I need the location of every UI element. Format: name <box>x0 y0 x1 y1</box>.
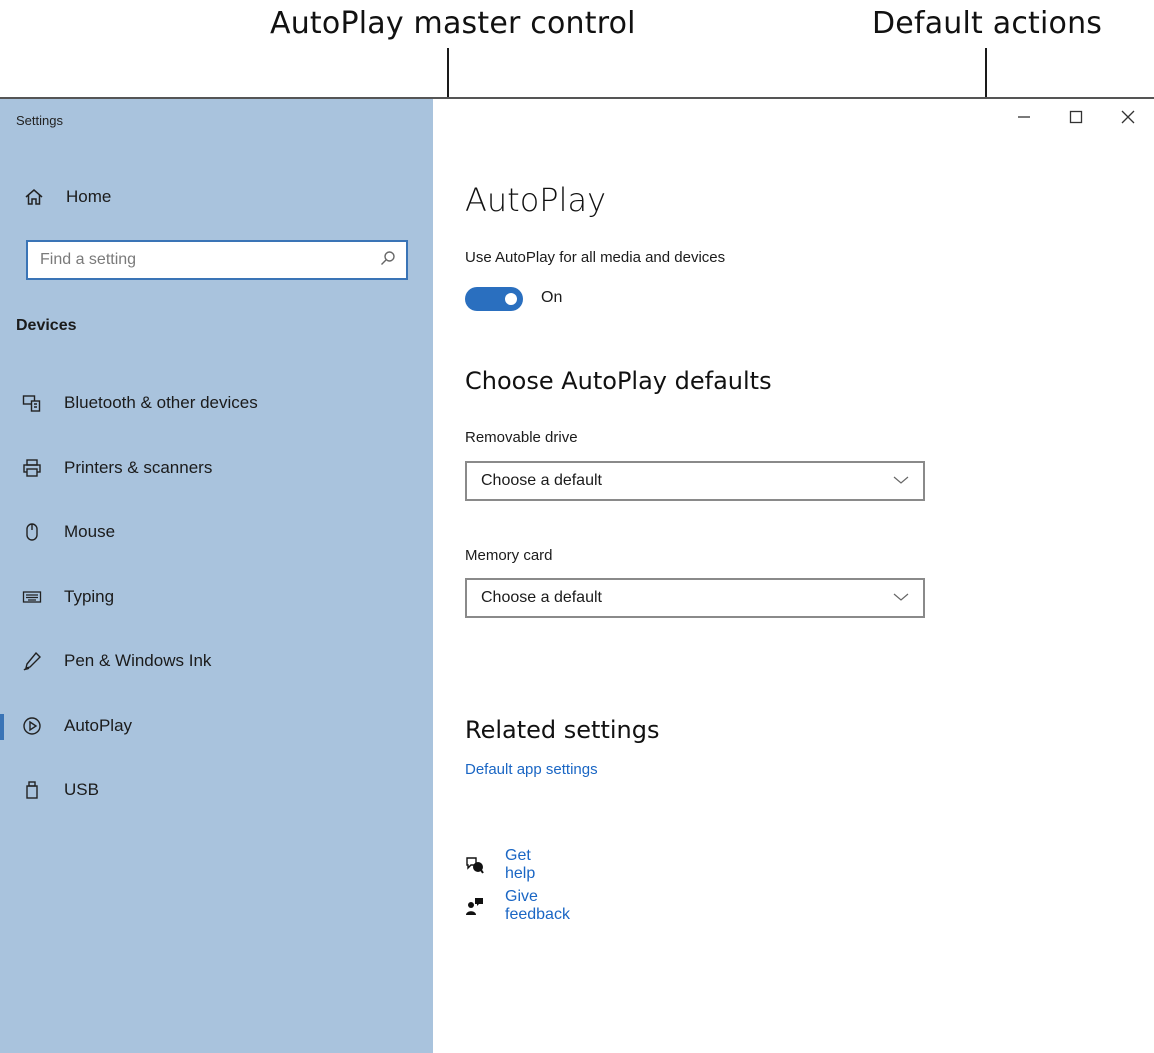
mouse-icon <box>20 520 44 544</box>
get-help-row[interactable]: Get help <box>465 847 537 883</box>
sidebar-item-label: Printers & scanners <box>64 457 213 477</box>
defaults-section-title: Choose AutoPlay defaults <box>465 367 772 395</box>
sidebar-item-printers[interactable]: Printers & scanners <box>0 436 433 501</box>
sidebar-item-bluetooth[interactable]: Bluetooth & other devices <box>0 371 433 436</box>
toggle-state-text: On <box>541 289 563 306</box>
close-button[interactable] <box>1102 99 1154 139</box>
sidebar: Settings Home Devices Bluetooth & other … <box>0 99 433 1053</box>
autoplay-toggle-label: Use AutoPlay for all media and devices <box>465 249 726 266</box>
printer-icon <box>20 456 44 480</box>
dropdown-value: Choose a default <box>481 472 602 489</box>
maximize-icon <box>1069 110 1083 129</box>
minimize-button[interactable] <box>998 99 1050 139</box>
search-box[interactable] <box>26 240 408 280</box>
get-help-link[interactable]: Get help <box>505 847 537 883</box>
sidebar-item-typing[interactable]: Typing <box>0 565 433 630</box>
maximize-button[interactable] <box>1050 99 1102 139</box>
sidebar-item-label: Bluetooth & other devices <box>64 393 258 413</box>
search-input[interactable] <box>38 250 362 270</box>
sidebar-item-label: Home <box>66 187 112 206</box>
callout-default-actions: Default actions <box>872 6 1103 41</box>
chevron-down-icon <box>893 589 909 607</box>
memory-card-dropdown[interactable]: Choose a default <box>465 578 925 618</box>
sidebar-item-label: Pen & Windows Ink <box>64 651 212 671</box>
sidebar-item-label: Mouse <box>64 522 116 542</box>
window-controls <box>998 99 1154 139</box>
home-icon <box>22 185 46 209</box>
autoplay-icon <box>20 714 44 738</box>
sidebar-item-label: AutoPlay <box>64 715 133 735</box>
sidebar-item-label: Typing <box>64 586 115 606</box>
page-title: AutoPlay <box>465 181 607 219</box>
give-feedback-link[interactable]: Give feedback <box>505 888 572 924</box>
pen-icon <box>20 649 44 673</box>
give-feedback-icon <box>465 895 485 917</box>
autoplay-toggle[interactable] <box>465 287 523 311</box>
give-feedback-row[interactable]: Give feedback <box>465 888 572 924</box>
bluetooth-devices-icon <box>20 391 44 415</box>
removable-drive-label: Removable drive <box>465 429 578 446</box>
sidebar-item-usb[interactable]: USB <box>0 758 433 823</box>
search-icon[interactable] <box>380 250 396 271</box>
sidebar-nav-list: Bluetooth & other devices Printers & sca… <box>0 371 433 823</box>
get-help-icon <box>465 854 485 876</box>
memory-card-label: Memory card <box>465 547 553 564</box>
sidebar-item-autoplay[interactable]: AutoPlay <box>0 694 433 759</box>
keyboard-icon <box>20 585 44 609</box>
section-title: Devices <box>16 317 77 334</box>
close-icon <box>1121 110 1135 129</box>
related-settings-title: Related settings <box>465 716 660 744</box>
app-title: Settings <box>16 113 63 128</box>
default-app-settings-link[interactable]: Default app settings <box>465 761 598 778</box>
removable-drive-dropdown[interactable]: Choose a default <box>465 461 925 501</box>
sidebar-item-mouse[interactable]: Mouse <box>0 500 433 565</box>
sidebar-item-pen[interactable]: Pen & Windows Ink <box>0 629 433 694</box>
callout-autoplay-master-control: AutoPlay master control <box>270 6 636 41</box>
chevron-down-icon <box>893 472 909 490</box>
usb-icon <box>20 778 44 802</box>
minimize-icon <box>1017 110 1031 129</box>
dropdown-value: Choose a default <box>481 589 602 606</box>
sidebar-item-label: USB <box>64 780 99 800</box>
sidebar-item-home[interactable]: Home <box>22 185 111 209</box>
toggle-knob <box>505 293 517 305</box>
settings-window: Settings Home Devices Bluetooth & other … <box>0 97 1154 1053</box>
